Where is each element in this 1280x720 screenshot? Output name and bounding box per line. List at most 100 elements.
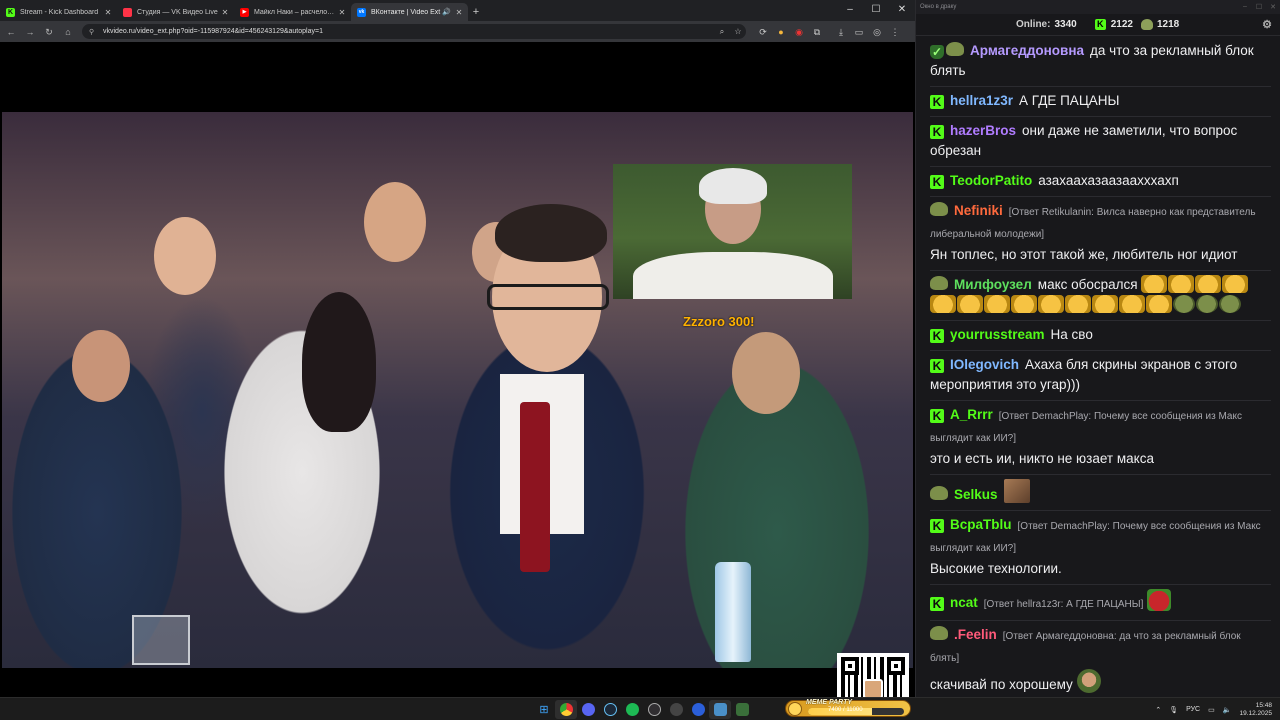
address-bar[interactable]: ⚲ vkvideo.ru/video_ext.php?oid=-11598792… (82, 24, 746, 39)
frog-emote-icon[interactable] (1173, 295, 1195, 313)
webcam-person-hair (699, 168, 767, 204)
meme-party-widget[interactable]: MEME PARTY 7400 / 11000 (785, 699, 911, 717)
laughing-emote-icon[interactable] (1195, 275, 1222, 293)
tab-vk-video-ext[interactable]: vk ВКонтакте | Video Ext 🔊 ✕ (351, 3, 468, 21)
home-button[interactable]: ⌂ (60, 24, 76, 40)
chatterino-icon[interactable] (709, 700, 731, 719)
search-icon[interactable]: ⌕ (714, 27, 730, 37)
window-close-button[interactable]: ✕ (1266, 3, 1280, 11)
laughing-emote-icon[interactable] (1092, 295, 1118, 313)
new-tab-button[interactable]: + (468, 3, 484, 21)
close-icon[interactable]: ✕ (103, 8, 113, 17)
chat-username[interactable]: A_Rrrr (950, 407, 993, 422)
vk-video-icon (123, 7, 132, 17)
maximize-button[interactable]: ☐ (863, 0, 889, 21)
laughing-emote-icon[interactable] (1146, 295, 1172, 313)
chat-username[interactable]: ncat (950, 595, 978, 610)
microphone-icon[interactable]: 🎙 (1169, 706, 1178, 714)
minimize-button[interactable]: – (1238, 3, 1252, 11)
frog-emote-icon[interactable] (1196, 295, 1218, 313)
downloads-icon[interactable]: ⤓ (832, 24, 850, 40)
settings-gear-icon[interactable]: ⚙ (1262, 18, 1272, 31)
chat-username[interactable]: Милфоузел (954, 277, 1032, 292)
volume-icon[interactable]: 🔈 (1223, 706, 1232, 714)
network-icon[interactable]: ▭ (1208, 706, 1215, 714)
url-text[interactable]: vkvideo.ru/video_ext.php?oid=-115987924&… (103, 28, 714, 35)
spotify-icon[interactable] (621, 700, 643, 719)
speaker-icon[interactable]: 🔊 (442, 8, 451, 16)
laughing-emote-icon[interactable] (1222, 275, 1249, 293)
close-icon[interactable]: ✕ (337, 8, 347, 17)
app-icon[interactable] (731, 700, 753, 719)
back-button[interactable]: ← (3, 24, 19, 40)
laughing-emote-icon[interactable] (930, 295, 956, 313)
laughing-emote-icon[interactable] (1141, 275, 1168, 293)
chat-username[interactable]: hazerBros (950, 123, 1016, 138)
pic-emote-icon[interactable] (1003, 479, 1030, 503)
frog-emote-icon[interactable] (1219, 295, 1241, 313)
windows-start-icon[interactable]: ⊞ (533, 700, 555, 719)
language-indicator[interactable]: РУС (1186, 706, 1200, 713)
kick-badge-icon: K (930, 175, 944, 189)
discord-icon[interactable] (577, 700, 599, 719)
chat-message: Nefiniki [Ответ Retikulanin: Вилса наверн… (930, 197, 1271, 271)
sidebar-icon[interactable]: ▭ (850, 24, 868, 40)
laughing-emote-icon[interactable] (1065, 295, 1091, 313)
laughing-emote-icon[interactable] (1011, 295, 1037, 313)
chat-message: K A_Rrrr [Ответ DemachPlay: Почему все соо… (930, 401, 1271, 475)
close-icon[interactable]: ✕ (220, 8, 230, 17)
extension-record-icon[interactable]: ◉ (790, 24, 808, 40)
minimize-button[interactable]: – (837, 0, 863, 21)
chat-reply-context[interactable]: [Ответ hellra1z3r: А ГДЕ ПАЦАНЫ] (984, 599, 1144, 610)
water-glass (132, 615, 190, 665)
chat-username[interactable]: Selkus (954, 487, 998, 502)
maximize-button[interactable]: ☐ (1252, 3, 1266, 11)
media-player-icon[interactable] (687, 700, 709, 719)
chat-username[interactable]: BcpaTblu (950, 517, 1012, 532)
laughing-emote-icon[interactable] (1168, 275, 1195, 293)
chat-username[interactable]: TeodorPatito (950, 173, 1032, 188)
extensions-puzzle-icon[interactable]: ⧉ (808, 24, 826, 40)
forward-button[interactable]: → (22, 24, 38, 40)
chat-username[interactable]: IOlegovich (950, 357, 1019, 372)
laughing-emote-icon[interactable] (1119, 295, 1145, 313)
chat-username[interactable]: .Feelin (954, 627, 997, 642)
bookmark-star-icon[interactable]: ☆ (730, 27, 746, 36)
extension-icon[interactable]: ⟳ (754, 24, 772, 40)
chat-username[interactable]: Nefiniki (954, 203, 1003, 218)
steam-icon[interactable] (599, 700, 621, 719)
app-icon[interactable] (665, 700, 687, 719)
reload-button[interactable]: ↻ (41, 24, 57, 40)
chat-username[interactable]: Армагеддоновна (970, 43, 1084, 58)
laughing-emote-icon[interactable] (1038, 295, 1064, 313)
close-icon[interactable]: ✕ (454, 8, 464, 17)
profile-icon[interactable]: ◎ (868, 24, 886, 40)
chrome-icon[interactable] (555, 700, 577, 719)
window-close-button[interactable]: ✕ (889, 0, 915, 21)
chat-message-text: На сво (1050, 327, 1093, 342)
laughing-emote-icon[interactable] (984, 295, 1010, 313)
chat-window: Окно в драку – ☐ ✕ Online: 3340 K 2122 1… (915, 0, 1280, 697)
tab-vk-studio[interactable]: Студия — VK Видео Live ✕ (117, 3, 234, 21)
clock[interactable]: 15:48 19.12.2025 (1239, 702, 1272, 718)
chat-username[interactable]: yourrusstream (950, 327, 1045, 342)
qr-pattern (841, 657, 905, 697)
apple-emote-icon[interactable] (1147, 589, 1172, 611)
obs-icon[interactable] (643, 700, 665, 719)
site-info-icon[interactable]: ⚲ (89, 28, 99, 36)
tab-kick-dashboard[interactable]: K Stream - Kick Dashboard ✕ (0, 3, 117, 21)
chat-username[interactable]: hellra1z3r (950, 93, 1013, 108)
extension-badge-icon[interactable]: ● (772, 24, 790, 40)
vk-icon: vk (357, 7, 366, 17)
man-emote-icon[interactable] (1076, 669, 1101, 693)
menu-icon[interactable]: ⋮ (886, 24, 904, 40)
chat-message: Kncat [Ответ hellra1z3r: А ГДЕ ПАЦАНЫ] (930, 585, 1271, 621)
chat-message: Милфоузел макс обосрался (930, 271, 1271, 321)
chat-message-text: Высокие технологии. (930, 561, 1062, 576)
chevron-up-icon[interactable]: ⌃ (1155, 706, 1161, 714)
chat-message-text: А ГДЕ ПАЦАНЫ (1019, 93, 1120, 108)
tab-youtube[interactable]: ▶ Майкл Наки – расчеловечива… ✕ (234, 3, 351, 21)
audience-head (732, 332, 800, 414)
laughing-emote-icon[interactable] (957, 295, 983, 313)
chat-message-list[interactable]: ✓ Армагеддоновна да что за рекламный блок … (916, 37, 1280, 697)
